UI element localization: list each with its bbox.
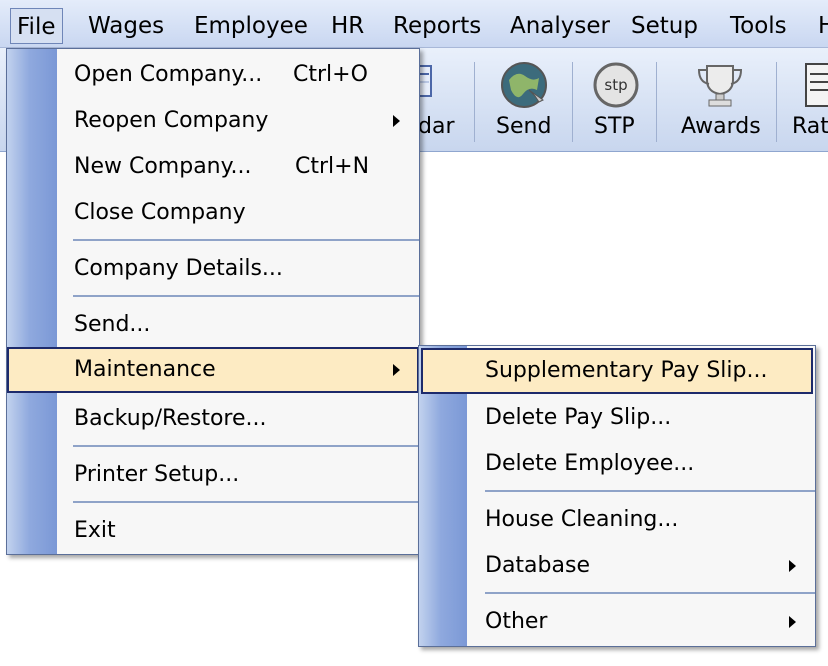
menu-item-printer-setup[interactable]: Printer Setup... <box>7 455 419 495</box>
send-button-label[interactable]: Send <box>496 114 551 139</box>
stp-icon[interactable]: stp <box>590 60 642 116</box>
toolbar-separator <box>776 62 777 142</box>
menu-item-shortcut: Ctrl+O <box>293 62 368 87</box>
menu-separator <box>73 501 419 503</box>
menu-item-label: Other <box>485 609 548 634</box>
trophy-icon[interactable] <box>694 60 746 116</box>
file-menu: Open Company... Ctrl+O Reopen Company Ne… <box>6 48 420 555</box>
menu-item-maintenance[interactable]: Maintenance <box>7 347 419 393</box>
submenu-arrow-icon <box>789 560 796 572</box>
menu-item-reopen-company[interactable]: Reopen Company <box>7 101 419 141</box>
menu-item-label: Backup/Restore... <box>74 406 267 431</box>
menu-item-supplementary-pay-slip[interactable]: Supplementary Pay Slip... <box>421 348 813 394</box>
menu-item-label: Exit <box>74 518 116 543</box>
menu-tools[interactable]: Tools <box>730 8 787 44</box>
menu-item-label: House Cleaning... <box>485 507 679 532</box>
menu-employee[interactable]: Employee <box>194 8 308 44</box>
menu-item-database[interactable]: Database <box>419 546 815 586</box>
stp-icon-text: stp <box>604 76 627 94</box>
menu-file[interactable]: File <box>10 8 63 44</box>
awards-button-label[interactable]: Awards <box>681 114 761 139</box>
menu-reports[interactable]: Reports <box>393 8 481 44</box>
menu-item-backup-restore[interactable]: Backup/Restore... <box>7 399 419 439</box>
menu-item-label: Printer Setup... <box>74 462 240 487</box>
menu-item-label: Send... <box>74 312 151 337</box>
menu-help[interactable]: H <box>818 8 828 44</box>
menu-item-label: Company Details... <box>74 256 283 281</box>
stp-button-label[interactable]: STP <box>594 114 635 139</box>
menu-item-label: Database <box>485 553 590 578</box>
rates-icon[interactable] <box>802 60 828 116</box>
menu-separator <box>73 295 419 297</box>
toolbar-separator <box>572 62 573 142</box>
menu-item-label: Close Company <box>74 200 246 225</box>
menu-item-exit[interactable]: Exit <box>7 511 419 551</box>
send-icon[interactable] <box>498 60 550 116</box>
menu-item-send[interactable]: Send... <box>7 305 419 345</box>
menu-item-label: Open Company... <box>74 62 263 87</box>
submenu-arrow-icon <box>393 364 400 376</box>
menu-item-open-company[interactable]: Open Company... Ctrl+O <box>7 55 419 95</box>
menu-separator <box>485 592 815 594</box>
menu-item-label: Delete Employee... <box>485 451 695 476</box>
menu-setup[interactable]: Setup <box>631 8 698 44</box>
menu-item-new-company[interactable]: New Company... Ctrl+N <box>7 147 419 187</box>
menu-item-shortcut: Ctrl+N <box>295 154 370 179</box>
menu-item-delete-employee[interactable]: Delete Employee... <box>419 444 815 484</box>
menu-wages[interactable]: Wages <box>88 8 164 44</box>
menu-separator <box>73 239 419 241</box>
menu-separator <box>73 445 419 447</box>
maintenance-submenu: Supplementary Pay Slip... Delete Pay Sli… <box>418 345 816 647</box>
menu-hr[interactable]: HR <box>331 8 364 44</box>
toolbar-separator <box>656 62 657 142</box>
menu-item-house-cleaning[interactable]: House Cleaning... <box>419 500 815 540</box>
submenu-arrow-icon <box>393 115 400 127</box>
menu-item-label: Supplementary Pay Slip... <box>485 358 768 383</box>
menu-item-label: Reopen Company <box>74 108 269 133</box>
menu-item-close-company[interactable]: Close Company <box>7 193 419 233</box>
menu-item-company-details[interactable]: Company Details... <box>7 249 419 289</box>
menu-bar: File Wages Employee HR Reports Analyser … <box>0 0 828 48</box>
calendar-button-label[interactable]: dar <box>418 114 455 139</box>
menu-separator <box>485 490 815 492</box>
menu-item-label: Maintenance <box>74 357 216 382</box>
menu-item-other[interactable]: Other <box>419 602 815 642</box>
toolbar-separator <box>474 62 475 142</box>
menu-analyser[interactable]: Analyser <box>510 8 610 44</box>
submenu-arrow-icon <box>789 616 796 628</box>
menu-item-delete-pay-slip[interactable]: Delete Pay Slip... <box>419 398 815 438</box>
menu-item-label: Delete Pay Slip... <box>485 405 672 430</box>
rates-button-label[interactable]: Rat <box>792 114 828 139</box>
menu-item-label: New Company... <box>74 154 252 179</box>
